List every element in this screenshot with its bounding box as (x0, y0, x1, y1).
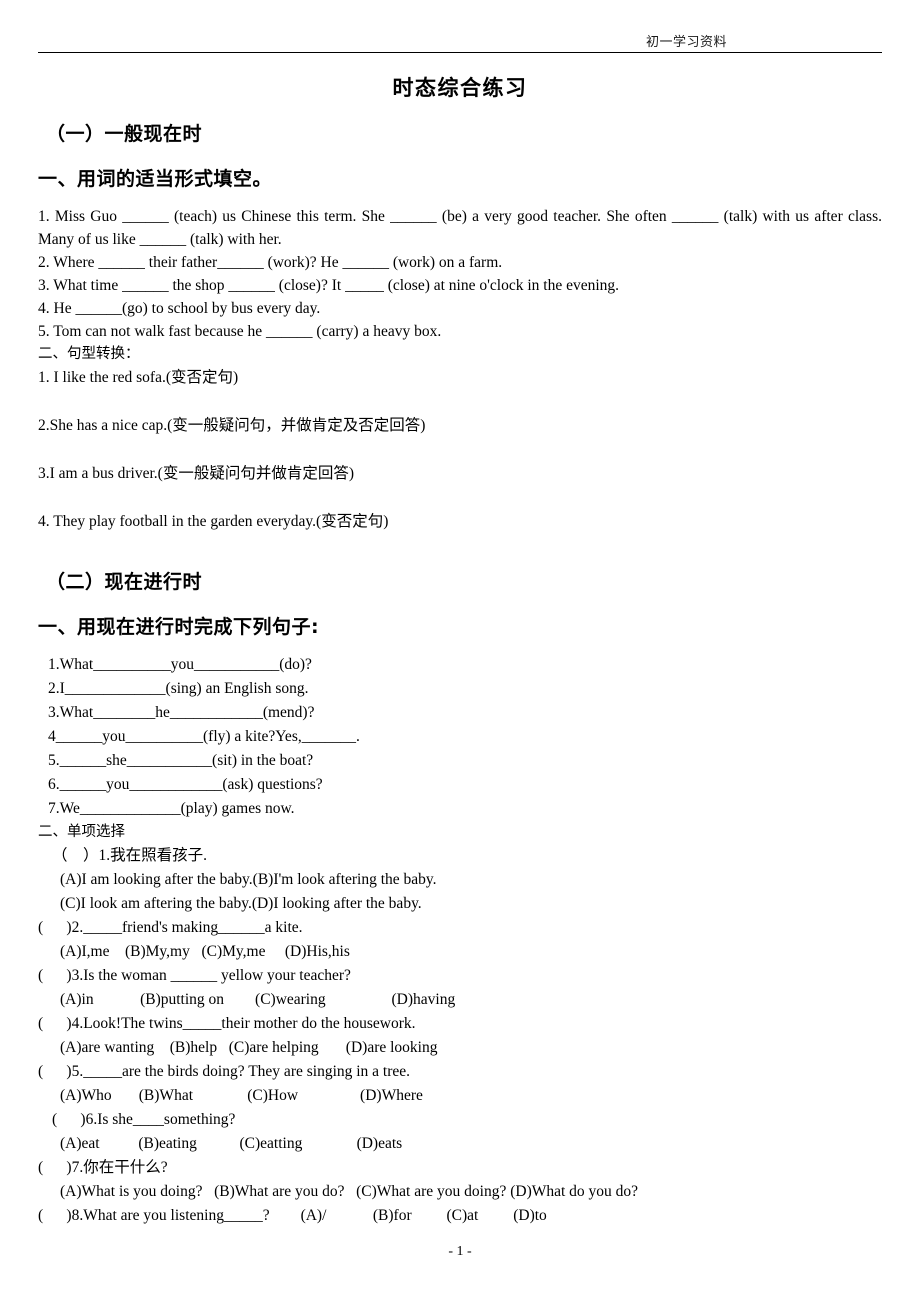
section-1-part-2-heading: 二、句型转换： (38, 346, 140, 362)
mc-option-row: (A)I,me (B)My,my (C)My,me (D)His,his (60, 943, 350, 960)
section-1-fill-in-list: 1. Miss Guo ______ (teach) us Chinese th… (38, 205, 882, 343)
exercise-item: 6.______you____________(ask) questions? (48, 776, 323, 793)
page-number: - 1 - (448, 1244, 472, 1259)
exercise-item: 4______you__________(fly) a kite?Yes,___… (48, 728, 360, 745)
exercise-item: 5.______she___________(sit) in the boat? (48, 752, 314, 769)
exercise-item: 2.I_____________(sing) an English song. (48, 680, 309, 697)
section-1-heading: （一）一般现在时 (46, 123, 203, 145)
mc-option-row: (A)I am looking after the baby.(B)I'm lo… (60, 871, 437, 888)
section-2-part-1-heading: 一、用现在进行时完成下列句子: (38, 616, 320, 638)
exercise-item: 5. Tom can not walk fast because he ____… (38, 323, 442, 340)
mc-question-stem: ( )7.你在干什么? (38, 1159, 168, 1176)
exercise-item: 2.She has a nice cap.(变一般疑问句，并做肯定及否定回答) (38, 417, 426, 434)
mc-option-row: (A)Who (B)What (C)How (D)Where (60, 1087, 423, 1104)
exercise-item: 3.I am a bus driver.(变一般疑问句并做肯定回答) (38, 465, 354, 482)
exercise-item: 2. Where ______ their father______ (work… (38, 254, 503, 271)
mc-question-stem: ( )3.Is the woman ______ yellow your tea… (38, 967, 351, 984)
exercise-item: 4. They play football in the garden ever… (38, 513, 389, 530)
section-2-part-2-heading: 二、单项选择 (38, 824, 125, 840)
mc-question-stem: ( )6.Is she____something? (52, 1111, 236, 1128)
exercise-item: 1.What__________you___________(do)? (48, 656, 312, 673)
page-footer: - 1 - (0, 1244, 920, 1260)
page-header: 初一学习资料 (38, 0, 882, 49)
document-title: 时态综合练习 (392, 76, 528, 100)
mc-question-stem: ( )2._____friend's making______a kite. (38, 919, 303, 936)
mc-option-row: (A)eat (B)eating (C)eatting (D)eats (60, 1135, 403, 1152)
mc-option-row: (C)I look am aftering the baby.(D)I look… (60, 895, 422, 912)
mc-option-row: (A)in (B)putting on (C)wearing (D)having (60, 991, 456, 1008)
section-2-multiple-choice-list: （ ）1.我在照看孩子. (A)I am looking after the b… (38, 844, 882, 1228)
running-title: 初一学习资料 (645, 34, 727, 49)
section-1-transform-list: 1. I like the red sofa.(变否定句) 2.She has … (38, 366, 882, 533)
mc-option-row: (A)are wanting (B)help (C)are helping (D… (60, 1039, 438, 1056)
exercise-item: 1. I like the red sofa.(变否定句) (38, 369, 239, 386)
exercise-item: 7.We_____________(play) games now. (48, 800, 295, 817)
section-2-fill-in-list: 1.What__________you___________(do)? 2.I_… (38, 653, 882, 821)
mc-question-stem: （ ）1.我在照看孩子. (52, 847, 208, 864)
header-divider (38, 52, 882, 53)
mc-question-stem: ( )8.What are you listening_____? (A)/ (… (38, 1207, 547, 1224)
section-2-heading: （二）现在进行时 (46, 571, 203, 593)
document-page: 初一学习资料 时态综合练习 （一）一般现在时 一、用词的适当形式填空。 1. M… (0, 0, 920, 1302)
exercise-item: 4. He ______(go) to school by bus every … (38, 300, 321, 317)
exercise-item: 3.What________he____________(mend)? (48, 704, 315, 721)
exercise-item: 3. What time ______ the shop ______ (clo… (38, 277, 620, 294)
mc-question-stem: ( )5._____are the birds doing? They are … (38, 1063, 411, 1080)
section-1-part-1-heading: 一、用词的适当形式填空。 (38, 168, 273, 190)
exercise-item: 1. Miss Guo ______ (teach) us Chinese th… (38, 208, 886, 248)
mc-question-stem: ( )4.Look!The twins_____their mother do … (38, 1015, 416, 1032)
mc-option-row: (A)What is you doing? (B)What are you do… (60, 1183, 639, 1200)
